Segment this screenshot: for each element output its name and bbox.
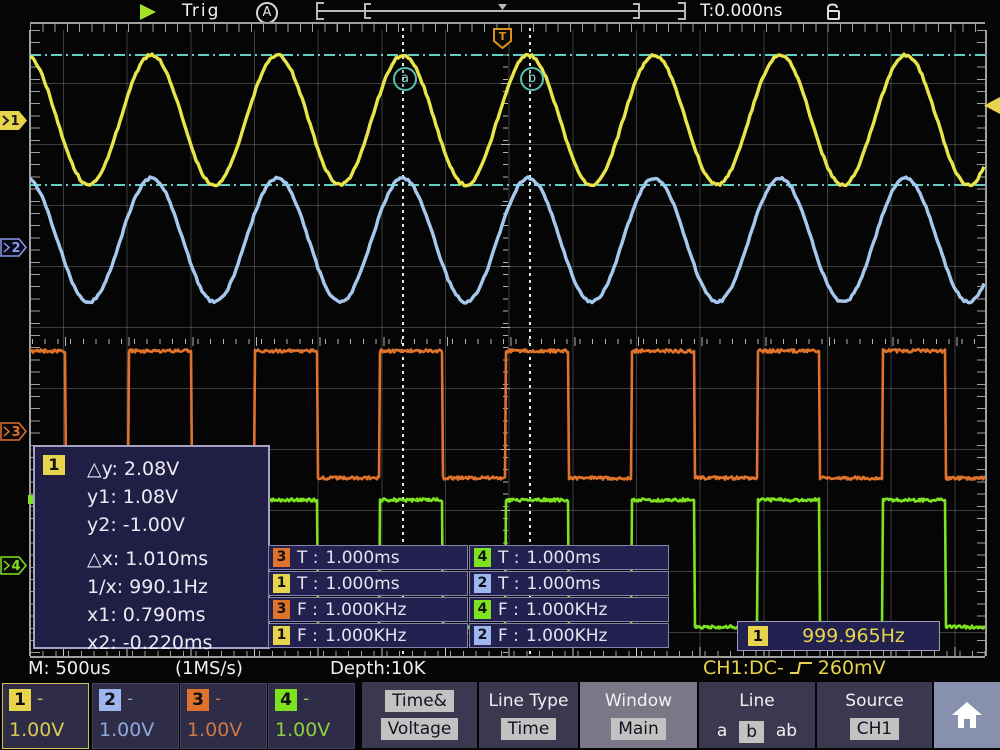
svg-text:4: 4 bbox=[11, 559, 20, 574]
measurement-ch1-frequency: 1F :1.000KHz bbox=[268, 623, 468, 648]
ch1-badge: 1 bbox=[43, 455, 65, 475]
run-state-icon bbox=[140, 4, 156, 20]
measurement-ch1-period: 1T :1.000ms bbox=[268, 571, 468, 596]
ch1-badge: 1 bbox=[748, 626, 768, 646]
measurement-ch3-period: 3T :1.000ms bbox=[268, 545, 468, 570]
auto-trigger-icon: A bbox=[256, 2, 278, 24]
trigger-time-readout: T:0.000ns bbox=[700, 1, 783, 21]
measurement-ch2-period: 2T :1.000ms bbox=[469, 571, 669, 596]
trigger-source-text: CH1:DC- bbox=[703, 657, 784, 679]
ch4-position-marker[interactable]: 4 bbox=[0, 556, 28, 575]
menu-line-type[interactable]: Line Type Time bbox=[479, 682, 578, 748]
menu-line-select[interactable]: Line a b ab bbox=[699, 682, 815, 748]
trig-status-label: Trig bbox=[182, 1, 220, 21]
rising-edge-icon bbox=[788, 659, 814, 677]
sample-rate-readout: (1MS/s) bbox=[175, 658, 243, 679]
ch1-scale-box[interactable]: 1-1.00V bbox=[2, 683, 89, 749]
cursor-b-handle[interactable]: b bbox=[520, 67, 544, 91]
line-option-b[interactable]: b bbox=[739, 721, 764, 743]
measurement-ch4-frequency: 4F :1.000KHz bbox=[469, 597, 669, 622]
trigger-settings-readout: CH1:DC- 260mV bbox=[703, 657, 886, 679]
trigger-level-arrow[interactable] bbox=[984, 97, 1000, 114]
window-position-marker[interactable] bbox=[498, 4, 507, 10]
line-option-a[interactable]: a bbox=[717, 721, 727, 743]
ch3-position-marker[interactable]: 3 bbox=[0, 422, 28, 441]
home-icon bbox=[950, 700, 984, 730]
ch2-position-marker[interactable]: 2 bbox=[0, 238, 28, 257]
ch1-position-marker[interactable]: 1 bbox=[0, 111, 28, 130]
unlock-icon[interactable] bbox=[824, 3, 842, 21]
cursor-dx: △x: 1.010ms bbox=[87, 545, 212, 573]
cursor-dy: △y: 2.08V bbox=[87, 455, 212, 483]
menu-time-voltage[interactable]: Time& Voltage bbox=[362, 682, 477, 748]
home-button[interactable] bbox=[934, 682, 1000, 748]
measurement-ch2-frequency: 2F :1.000KHz bbox=[469, 623, 669, 648]
cursor-measurement-panel: 1 △y: 2.08V y1: 1.08V y2: -1.00V △x: 1.0… bbox=[33, 445, 270, 649]
svg-text:1: 1 bbox=[10, 114, 19, 129]
horizontal-position-bar[interactable] bbox=[315, 2, 687, 20]
frequency-counter-value: 999.965Hz bbox=[768, 625, 939, 647]
svg-text:2: 2 bbox=[11, 241, 20, 256]
timebase-readout: M: 500us bbox=[28, 658, 110, 679]
measurement-readouts: 3T :1.000ms 4T :1.000ms 1T :1.000ms 2T :… bbox=[268, 545, 671, 649]
ch2-scale-box[interactable]: 2-1.00V bbox=[92, 683, 179, 749]
record-depth-readout: Depth:10K bbox=[330, 658, 426, 679]
measurement-ch3-frequency: 3F :1.000KHz bbox=[268, 597, 468, 622]
menu-source[interactable]: Source CH1 bbox=[817, 682, 932, 748]
cursor-y2: y2: -1.00V bbox=[87, 511, 212, 539]
ch2-waveform bbox=[30, 177, 984, 303]
cursor-a-handle[interactable]: a bbox=[393, 67, 417, 91]
cursor-x1: x1: 0.790ms bbox=[87, 601, 212, 629]
cursor-inv-dx: 1/x: 990.1Hz bbox=[87, 573, 212, 601]
line-option-ab[interactable]: ab bbox=[776, 721, 797, 743]
oscilloscope-screen: Trig A T:0.000ns T a b 1 2 bbox=[0, 0, 1000, 750]
menu-window[interactable]: Window Main bbox=[580, 682, 697, 748]
cursor-y1: y1: 1.08V bbox=[87, 483, 212, 511]
svg-text:3: 3 bbox=[11, 425, 20, 440]
cursor-x2: x2: -0.220ms bbox=[87, 629, 212, 657]
trigger-level-text: 260mV bbox=[818, 657, 886, 679]
ch4-scale-box[interactable]: 4-1.00V bbox=[268, 683, 355, 749]
frequency-counter: 1 999.965Hz bbox=[737, 621, 940, 651]
ch1-waveform bbox=[30, 54, 984, 186]
ch3-scale-box[interactable]: 3-1.00V bbox=[180, 683, 267, 749]
measurement-ch4-period: 4T :1.000ms bbox=[469, 545, 669, 570]
